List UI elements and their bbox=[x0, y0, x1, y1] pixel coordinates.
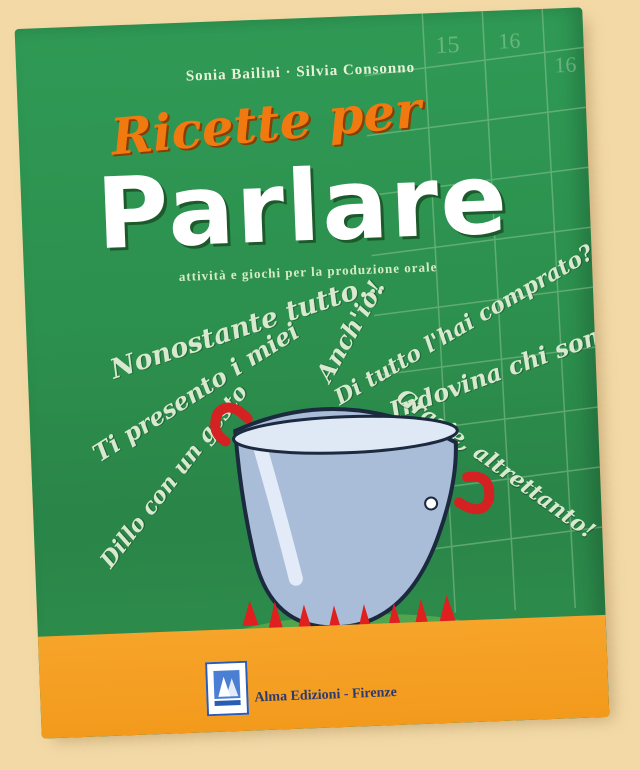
publisher-logo bbox=[205, 660, 250, 717]
scene: 15 16 16 Sonia Bailini · Silvia Consonno… bbox=[0, 0, 640, 770]
calendar-number: 16 bbox=[498, 28, 521, 54]
calendar-number: 15 bbox=[435, 32, 460, 59]
title-line-2: Parlare bbox=[94, 142, 511, 273]
book-cover: 15 16 16 Sonia Bailini · Silvia Consonno… bbox=[14, 7, 610, 739]
footer-band bbox=[37, 614, 610, 739]
logo-mark-icon bbox=[213, 670, 241, 706]
